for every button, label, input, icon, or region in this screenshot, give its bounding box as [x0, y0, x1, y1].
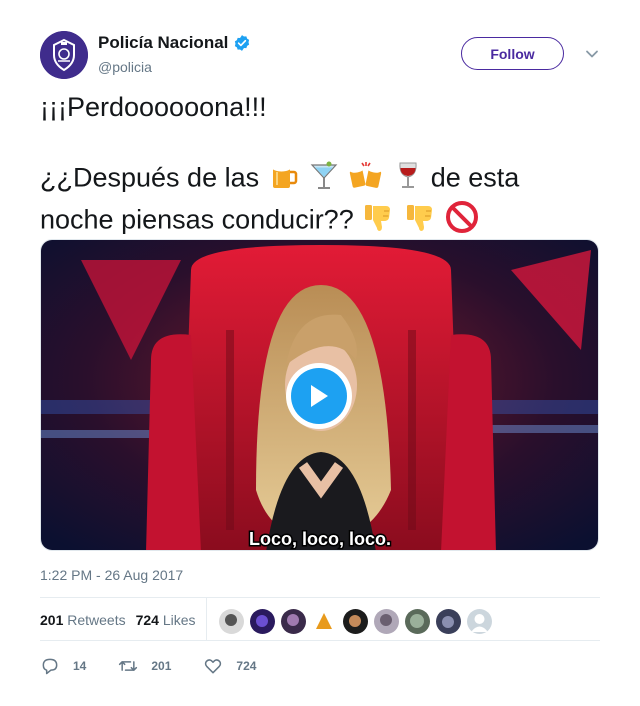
tweet-timestamp[interactable]: 1:22 PM - 26 Aug 2017: [40, 567, 183, 583]
clinking-beer-mugs-icon: [349, 159, 385, 200]
likers-avatars: [218, 608, 493, 635]
tweet-line-2-mid: de esta: [430, 162, 520, 193]
heart-icon: [205, 659, 222, 674]
liker-avatar[interactable]: [373, 608, 400, 635]
like-count: 724: [236, 659, 257, 673]
author-name-text: Policía Nacional: [98, 33, 229, 52]
author-handle[interactable]: @policia: [98, 59, 152, 75]
tweet-line-2: ¿¿Después de las de esta: [40, 159, 600, 200]
cocktail-glass-icon: [309, 159, 339, 200]
tweet-stats: 201 Retweets 724 Likes: [40, 612, 196, 628]
tweet-actions: 14 201 724: [40, 656, 288, 676]
stats-separator: [206, 598, 207, 640]
reply-icon: [42, 658, 58, 675]
tweet-text: ¡¡¡Perdoooooona!!! ¿¿Después de las de e…: [40, 90, 600, 243]
divider: [40, 597, 600, 598]
police-badge-icon: [40, 31, 88, 79]
gif-caption: Loco, loco, loco.: [249, 529, 391, 549]
liker-avatar[interactable]: [249, 608, 276, 635]
thumbs-down-icon: [404, 201, 436, 242]
play-icon: [291, 368, 347, 424]
likes-stat[interactable]: 724 Likes: [136, 612, 196, 628]
likes-count: 724: [135, 612, 159, 628]
liker-avatar[interactable]: [311, 608, 338, 635]
author-name[interactable]: Policía Nacional: [98, 33, 251, 53]
liker-avatar[interactable]: [342, 608, 369, 635]
retweets-label: Retweets: [67, 612, 126, 628]
reply-count: 14: [73, 659, 87, 673]
tweet-line-2-start: ¿¿Después de las: [40, 162, 260, 193]
retweets-stat[interactable]: 201 Retweets: [40, 612, 126, 628]
liker-avatar[interactable]: [280, 608, 307, 635]
retweet-count: 201: [151, 659, 172, 673]
author-avatar[interactable]: [40, 31, 88, 79]
liker-avatar[interactable]: [404, 608, 431, 635]
follow-button[interactable]: Follow: [461, 37, 564, 70]
liker-avatar[interactable]: [218, 608, 245, 635]
chevron-down-icon[interactable]: [584, 46, 600, 62]
tweet-line-3: noche piensas conducir??: [40, 200, 600, 243]
like-button[interactable]: 724: [203, 656, 256, 676]
verified-badge-icon: [235, 35, 250, 51]
divider: [40, 640, 600, 641]
thumbs-down-icon: [362, 201, 394, 242]
beer-mug-icon: [268, 159, 300, 200]
tweet-line-3-text: noche piensas conducir??: [40, 204, 354, 235]
play-button[interactable]: [286, 363, 352, 429]
retweets-count: 201: [40, 612, 64, 628]
wine-glass-icon: [394, 159, 422, 200]
prohibited-icon: [445, 200, 479, 243]
retweet-icon: [119, 661, 138, 671]
retweet-button[interactable]: 201: [118, 656, 171, 676]
liker-avatar[interactable]: [466, 608, 493, 635]
liker-avatar[interactable]: [435, 608, 462, 635]
likes-label: Likes: [162, 612, 196, 628]
reply-button[interactable]: 14: [40, 656, 86, 676]
tweet-line-1: ¡¡¡Perdoooooona!!!: [40, 92, 267, 122]
